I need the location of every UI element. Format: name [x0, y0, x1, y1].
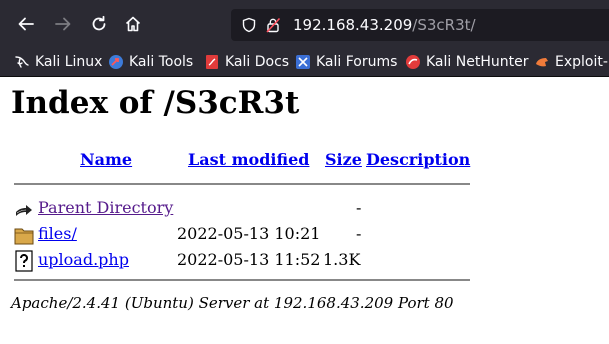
bookmark-kali-docs[interactable]: Kali Docs — [204, 53, 289, 71]
bookmark-kali-forums[interactable]: Kali Forums — [295, 53, 397, 71]
nethunter-icon — [405, 54, 421, 70]
row-modified: 2022-05-13 10:21 — [177, 224, 321, 243]
insecure-lock-icon[interactable] — [265, 17, 281, 37]
column-header-size[interactable]: Size — [325, 150, 362, 169]
files-link[interactable]: files/ — [38, 224, 77, 243]
kali-dragon-icon — [14, 54, 30, 70]
bookmark-label: Kali Tools — [129, 54, 194, 70]
bookmark-kali-tools[interactable]: Kali Tools — [108, 53, 193, 71]
shield-icon[interactable] — [241, 17, 257, 37]
browser-chrome: 192.168.43.209/S3cR3t/ Kali Linux Kali T… — [0, 0, 609, 77]
kali-docs-icon — [204, 54, 220, 70]
exploit-db-icon — [534, 54, 550, 70]
row-modified: 2022-05-13 11:52 — [177, 250, 321, 269]
url-path: /S3cR3t/ — [412, 16, 476, 34]
header-divider — [14, 183, 470, 185]
column-header-description[interactable]: Description — [366, 150, 470, 169]
url-bar[interactable]: 192.168.43.209/S3cR3t/ — [231, 9, 609, 41]
bookmark-exploit-db[interactable]: Exploit-D — [534, 53, 609, 71]
upload-php-link[interactable]: upload.php — [38, 250, 129, 269]
bookmarks-toolbar: Kali Linux Kali Tools Kali Docs Kali For… — [0, 48, 609, 77]
bookmark-label: Kali Docs — [225, 54, 290, 70]
forward-button[interactable] — [51, 12, 75, 36]
bookmark-kali-linux[interactable]: Kali Linux — [14, 53, 102, 71]
back-arrow-icon — [18, 17, 34, 31]
footer-divider — [14, 279, 470, 281]
nav-toolbar: 192.168.43.209/S3cR3t/ — [0, 0, 609, 48]
column-header-name[interactable]: Name — [80, 150, 132, 169]
bookmark-label: Kali Linux — [35, 54, 103, 70]
home-button[interactable] — [121, 12, 145, 36]
back-button[interactable] — [14, 12, 38, 36]
kali-forums-icon — [295, 54, 311, 70]
folder-icon — [14, 224, 34, 246]
bookmark-label: Exploit-D — [555, 54, 609, 70]
row-size: - — [356, 198, 362, 217]
kali-tools-icon — [108, 54, 124, 70]
url-host: 192.168.43.209 — [293, 16, 413, 34]
url-text[interactable]: 192.168.43.209/S3cR3t/ — [293, 16, 476, 34]
bookmark-kali-nethunter[interactable]: Kali NetHunter — [405, 53, 528, 71]
back-arrow-icon — [14, 198, 34, 220]
unknown-file-icon — [14, 250, 34, 272]
reload-button[interactable] — [87, 12, 111, 36]
row-size: - — [356, 224, 362, 243]
server-signature: Apache/2.4.41 (Ubuntu) Server at 192.168… — [11, 294, 454, 312]
reload-icon — [92, 15, 106, 31]
page-title: Index of /S3cR3t — [11, 85, 300, 121]
row-size: 1.3K — [323, 250, 361, 269]
bookmark-label: Kali Forums — [316, 54, 398, 70]
home-icon — [125, 16, 141, 32]
parent-directory-link[interactable]: Parent Directory — [38, 198, 173, 217]
column-header-last-modified[interactable]: Last modified — [188, 150, 309, 169]
bookmark-label: Kali NetHunter — [426, 54, 529, 70]
forward-arrow-icon — [55, 17, 71, 31]
